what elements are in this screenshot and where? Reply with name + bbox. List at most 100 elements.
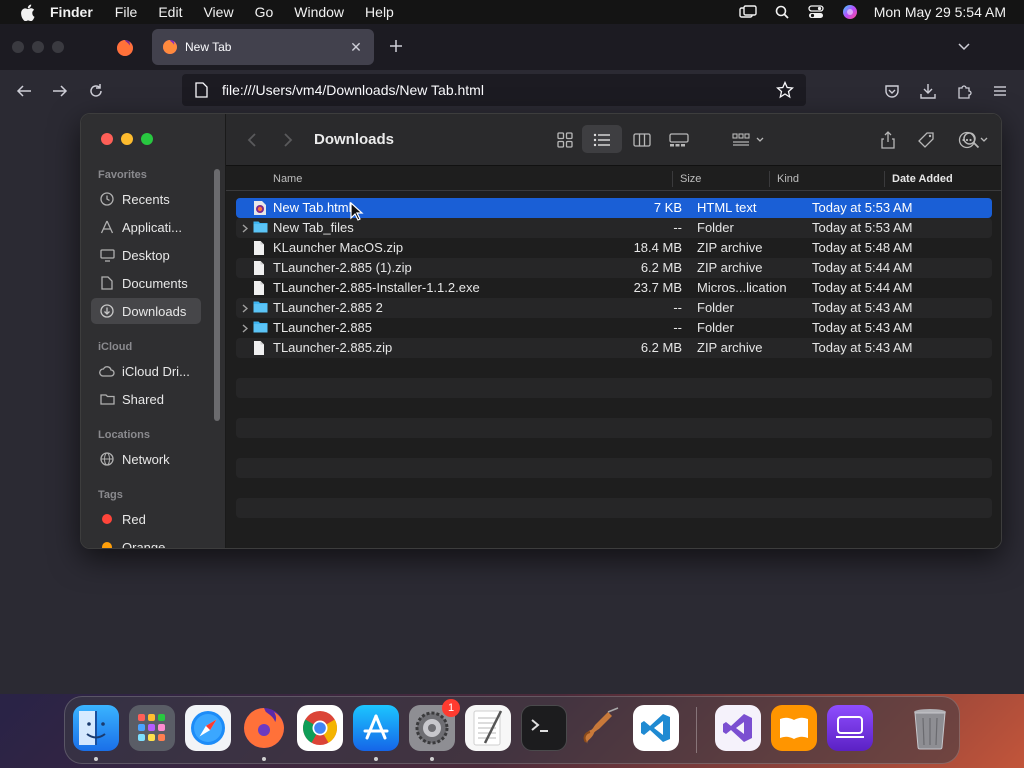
spotlight-search-icon[interactable] [772,4,792,20]
launchpad-icon[interactable] [129,705,175,751]
firefox-icon[interactable] [241,705,287,751]
disclosure-triangle-icon[interactable] [241,301,249,315]
sidebar-item-network[interactable]: Network [91,446,201,472]
app-store-icon[interactable] [353,705,399,751]
tab-new-tab[interactable]: New Tab ✕ [152,29,374,65]
finder-search-icon[interactable] [962,131,980,149]
file-name: TLauncher-2.885.zip [273,340,393,355]
screen-mirroring-icon[interactable] [738,4,758,20]
back-chevron-icon[interactable] [240,128,264,152]
file-row[interactable]: TLauncher-2.885 (1).zip 6.2 MB ZIP archive… [236,258,992,278]
terminal-icon[interactable] [521,705,567,751]
close-tab-icon[interactable]: ✕ [348,39,364,55]
dock: 1 [64,696,960,764]
list-all-tabs-chevron-icon[interactable] [956,38,974,56]
menu-go[interactable]: Go [255,4,274,20]
gallery-view-icon[interactable] [667,128,691,152]
file-kind: ZIP archive [697,340,763,355]
menu-edit[interactable]: Edit [158,4,182,20]
browser-minimize-button[interactable] [32,41,44,53]
extensions-puzzle-icon[interactable] [953,80,975,102]
control-center-icon[interactable] [806,4,826,20]
column-header-name[interactable]: Name [273,173,302,185]
disclosure-triangle-icon[interactable] [241,321,249,335]
file-row[interactable]: TLauncher-2.885.zip 6.2 MB ZIP archive Toda… [236,338,992,358]
list-view-icon[interactable] [590,128,614,152]
reload-icon[interactable] [85,80,107,102]
garageband-icon[interactable] [577,705,623,751]
trash-icon[interactable] [907,705,953,751]
column-view-icon[interactable] [630,128,654,152]
empty-list-row [236,438,992,458]
disclosure-triangle-icon[interactable] [241,221,249,235]
menubar-clock[interactable]: Mon May 29 5:54 AM [874,4,1006,20]
file-name: TLauncher-2.885-Installer-1.1.2.exe [273,280,480,295]
tag-icon[interactable] [915,128,939,152]
file-row[interactable]: TLauncher-2.885-Installer-1.1.2.exe 23.7 … [236,278,992,298]
sidebar-item-recents[interactable]: Recents [91,186,201,212]
visual-studio-icon[interactable] [715,705,761,751]
sidebar-item-downloads[interactable]: Downloads [91,298,201,324]
empty-list-row [236,478,992,498]
forward-chevron-icon[interactable] [276,128,300,152]
menu-file[interactable]: File [115,4,138,20]
sidebar-item-applications[interactable]: Applicati... [91,214,201,240]
apple-menu-icon[interactable] [18,3,36,21]
address-url-text[interactable]: file:///Users/vm4/Downloads/New Tab.html [222,82,776,98]
column-header-date-added[interactable]: Date Added [892,173,953,185]
group-by-menu-icon[interactable] [730,128,770,152]
file-row[interactable]: TLauncher-2.885 -- Folder Today at 5:43 AM [236,318,992,338]
sidebar-item-tag-red[interactable]: Red [91,506,201,532]
column-header-kind[interactable]: Kind [777,173,799,185]
forward-arrow-icon[interactable] [49,80,71,102]
apple-configurator-icon[interactable] [827,705,873,751]
sidebar-item-shared[interactable]: Shared [91,386,201,412]
menu-help[interactable]: Help [365,4,394,20]
browser-zoom-button[interactable] [52,41,64,53]
bookmark-star-icon[interactable] [775,80,795,99]
page-document-icon [194,82,210,98]
safari-icon[interactable] [185,705,231,751]
books-icon[interactable] [771,705,817,751]
finder-zoom-button[interactable] [141,133,153,145]
finder-close-button[interactable] [101,133,113,145]
menu-bar: Finder File Edit View Go Window Help Mon… [0,0,1024,24]
dock-separator [696,707,697,753]
file-kind: Folder [697,320,734,335]
browser-close-button[interactable] [12,41,24,53]
new-tab-plus-icon[interactable] [386,36,406,56]
finder-minimize-button[interactable] [121,133,133,145]
chrome-icon[interactable] [297,705,343,751]
vscode-icon[interactable] [633,705,679,751]
pinned-firefox-tab-icon[interactable] [116,39,134,57]
sidebar-item-documents[interactable]: Documents [91,270,201,296]
hamburger-menu-icon[interactable] [989,80,1011,102]
sidebar-item-tag-orange[interactable]: Orange [91,534,201,548]
system-settings-icon[interactable]: 1 [409,699,460,751]
sidebar-item-desktop[interactable]: Desktop [91,242,201,268]
column-divider[interactable] [769,171,770,187]
browser-window-controls[interactable] [12,41,64,53]
back-arrow-icon[interactable] [13,80,35,102]
column-header-size[interactable]: Size [680,173,701,185]
downloads-icon[interactable] [917,80,939,102]
menu-app-name[interactable]: Finder [50,4,93,20]
textedit-icon[interactable] [465,705,511,751]
siri-icon[interactable] [840,4,860,20]
column-divider[interactable] [884,171,885,187]
menu-view[interactable]: View [203,4,233,20]
menu-window[interactable]: Window [294,4,344,20]
column-divider[interactable] [672,171,673,187]
address-bar[interactable]: file:///Users/vm4/Downloads/New Tab.html [182,74,806,106]
file-kind: Micros...lication [697,280,787,295]
sidebar-scrollbar[interactable] [214,169,220,421]
share-icon[interactable] [876,128,900,152]
file-row[interactable]: KLauncher MacOS.zip 18.4 MB ZIP archive Tod… [236,238,992,258]
file-row[interactable]: TLauncher-2.885 2 -- Folder Today at 5:43 A… [236,298,992,318]
sidebar-item-label: iCloud Dri... [122,363,190,379]
icon-view-grid-icon[interactable] [553,128,577,152]
file-name: KLauncher MacOS.zip [273,240,404,255]
finder-icon[interactable] [73,705,119,751]
pocket-icon[interactable] [881,80,903,102]
sidebar-item-icloud-drive[interactable]: iCloud Dri... [91,358,201,384]
